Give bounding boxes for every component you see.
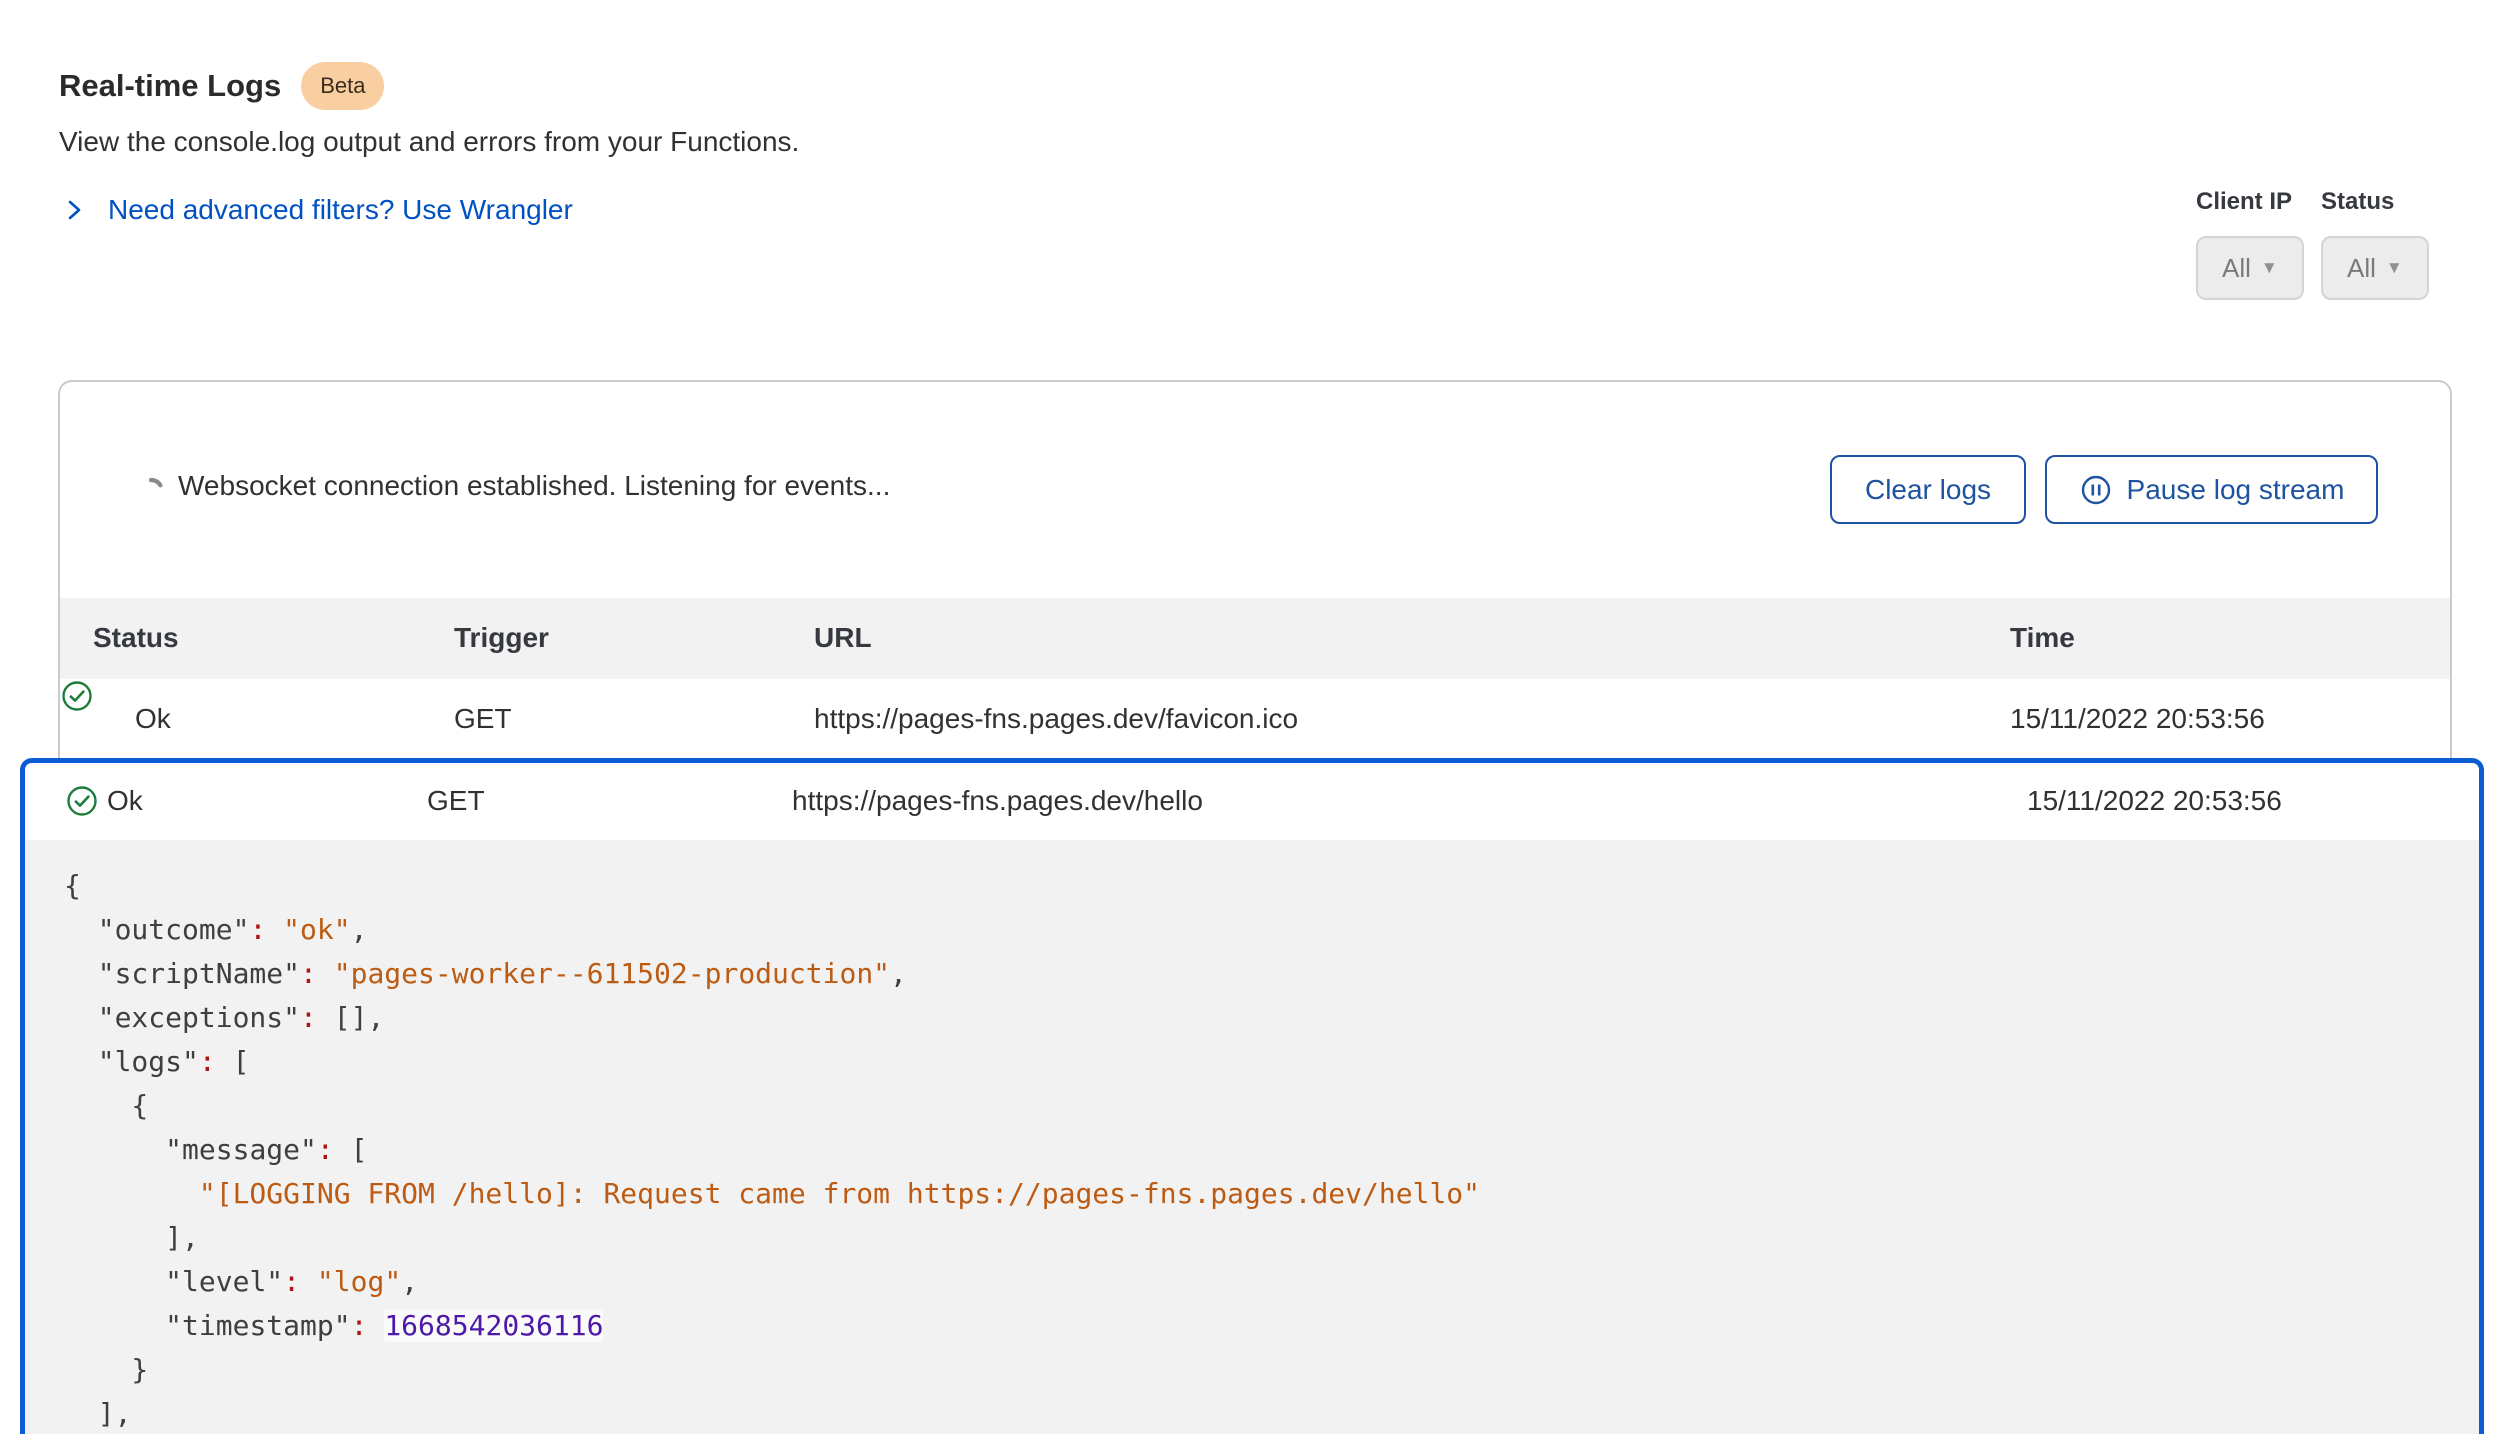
expanded-log-row[interactable]: Ok GET https://pages-fns.pages.dev/hello…	[25, 763, 2479, 840]
row-trigger: GET	[427, 785, 485, 817]
pause-log-stream-button-label: Pause log stream	[2127, 474, 2345, 506]
json-log-line: "outcome": "ok",	[64, 908, 2449, 952]
column-header-time: Time	[2010, 622, 2075, 654]
clear-logs-button[interactable]: Clear logs	[1830, 455, 2026, 524]
pause-log-stream-button[interactable]: Pause log stream	[2045, 455, 2378, 524]
page-subtitle: View the console.log output and errors f…	[59, 126, 799, 158]
row-url: https://pages-fns.pages.dev/hello	[792, 785, 1203, 817]
websocket-status-message: Websocket connection established. Listen…	[178, 470, 890, 502]
column-header-url: URL	[814, 622, 872, 654]
status-filter: Status All ▼	[2321, 188, 2429, 300]
pause-icon	[2079, 473, 2113, 507]
client-ip-filter-label: Client IP	[2196, 188, 2304, 216]
beta-badge: Beta	[301, 62, 384, 110]
json-log-line: }	[64, 1348, 2449, 1392]
row-status: Ok	[107, 785, 143, 817]
json-log-line: "[LOGGING FROM /hello]: Request came fro…	[64, 1172, 2449, 1216]
row-url: https://pages-fns.pages.dev/favicon.ico	[814, 703, 1298, 735]
json-log-line: "scriptName": "pages-worker--611502-prod…	[64, 952, 2449, 996]
loading-spinner-icon	[136, 476, 166, 506]
wrangler-link-row[interactable]: Need advanced filters? Use Wrangler	[60, 194, 573, 226]
json-log-line: {	[64, 864, 2449, 908]
row-status: Ok	[135, 703, 171, 735]
page-title: Real-time Logs	[59, 68, 281, 104]
client-ip-filter: Client IP All ▼	[2196, 188, 2304, 300]
clear-logs-button-label: Clear logs	[1865, 474, 1991, 506]
row-trigger: GET	[454, 703, 512, 735]
json-log-line: "level": "log",	[64, 1260, 2449, 1304]
log-stream-toolbar: Websocket connection established. Listen…	[60, 442, 2450, 532]
column-header-status: Status	[93, 622, 179, 654]
wrangler-link[interactable]: Need advanced filters? Use Wrangler	[108, 194, 573, 226]
client-ip-filter-dropdown[interactable]: All ▼	[2196, 236, 2304, 300]
log-stream-card: Websocket connection established. Listen…	[58, 380, 2452, 772]
row-time: 15/11/2022 20:53:56	[2010, 703, 2265, 735]
chevron-right-icon	[60, 196, 88, 224]
json-log-line: ],	[64, 1216, 2449, 1260]
status-filter-value: All	[2347, 253, 2376, 284]
status-filter-label: Status	[2321, 188, 2429, 216]
expanded-log-entry: Ok GET https://pages-fns.pages.dev/hello…	[20, 758, 2484, 1434]
log-table-header: Status Trigger URL Time	[60, 598, 2450, 679]
column-header-trigger: Trigger	[454, 622, 549, 654]
page-header: Real-time Logs Beta	[59, 62, 384, 110]
json-log-line: "logs": [	[64, 1040, 2449, 1084]
json-log-line: "message": [	[64, 1128, 2449, 1172]
json-log-line: "exceptions": [],	[64, 996, 2449, 1040]
row-time: 15/11/2022 20:53:56	[2027, 785, 2282, 817]
status-filter-dropdown[interactable]: All ▼	[2321, 236, 2429, 300]
json-log-line: ],	[64, 1392, 2449, 1434]
realtime-logs-page: Real-time Logs Beta View the console.log…	[0, 0, 2508, 1434]
client-ip-filter-value: All	[2222, 253, 2251, 284]
log-table-row[interactable]: Ok GET https://pages-fns.pages.dev/favic…	[60, 679, 2450, 760]
chevron-down-icon: ▼	[2261, 258, 2278, 278]
status-ok-icon	[65, 784, 99, 818]
json-log-viewer: { "outcome": "ok", "scriptName": "pages-…	[25, 840, 2479, 1434]
json-log-line: {	[64, 1084, 2449, 1128]
chevron-down-icon: ▼	[2386, 258, 2403, 278]
json-log-line: "timestamp": 1668542036116	[64, 1304, 2449, 1348]
